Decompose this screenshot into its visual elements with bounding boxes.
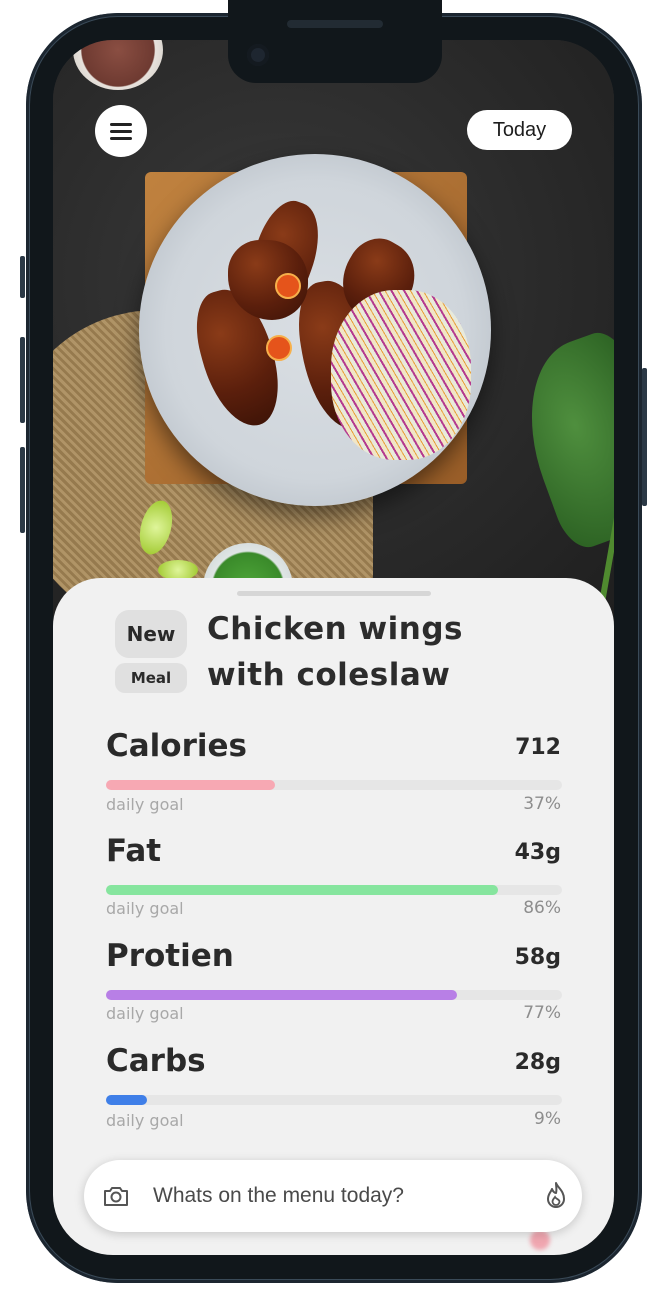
protein-progress-track bbox=[106, 990, 562, 1000]
new-badge: New bbox=[115, 610, 187, 658]
sheet-drag-handle[interactable] bbox=[237, 591, 431, 596]
today-filter-button[interactable]: Today bbox=[467, 110, 572, 150]
meal-title: Chicken wings with coleslaw bbox=[207, 606, 527, 698]
menu-button[interactable] bbox=[95, 105, 147, 157]
meal-search-input[interactable] bbox=[153, 1180, 523, 1212]
carbs-value: 28g bbox=[514, 1050, 561, 1075]
meal-title-line2: with coleslaw bbox=[207, 657, 451, 693]
fat-label: Fat bbox=[106, 833, 162, 869]
volume-up-button bbox=[20, 337, 25, 423]
volume-down-button bbox=[20, 447, 25, 533]
calories-progress-track bbox=[106, 780, 562, 790]
lime-wedge bbox=[158, 560, 198, 580]
tomato bbox=[266, 335, 292, 361]
carbs-progress-fill bbox=[106, 1095, 148, 1105]
fat-goal-label: daily goal bbox=[106, 899, 184, 918]
flame-icon[interactable] bbox=[543, 1181, 569, 1211]
scrolled-content-blur bbox=[530, 1230, 550, 1250]
carbs-goal-label: daily goal bbox=[106, 1111, 184, 1130]
coleslaw bbox=[331, 290, 471, 460]
calories-goal-label: daily goal bbox=[106, 795, 184, 814]
carbs-goal-percent: 9% bbox=[534, 1109, 561, 1129]
leaf bbox=[502, 325, 614, 555]
mute-switch bbox=[20, 256, 25, 298]
fat-value: 43g bbox=[514, 840, 561, 865]
calories-label: Calories bbox=[106, 728, 247, 764]
protein-value: 58g bbox=[514, 945, 561, 970]
speaker-grille bbox=[287, 20, 383, 28]
protein-progress-fill bbox=[106, 990, 458, 1000]
calories-goal-percent: 37% bbox=[523, 794, 561, 814]
fat-progress-fill bbox=[106, 885, 499, 895]
hamburger-menu-icon bbox=[110, 123, 132, 140]
protein-goal-percent: 77% bbox=[523, 1003, 561, 1023]
power-button bbox=[642, 368, 647, 506]
tomato bbox=[275, 273, 301, 299]
sauce-bowl bbox=[73, 40, 163, 90]
protein-label: Protien bbox=[106, 938, 234, 974]
front-camera bbox=[247, 44, 269, 66]
meal-title-line1: Chicken wings bbox=[207, 611, 463, 647]
calories-value: 712 bbox=[515, 735, 561, 760]
calories-progress-fill bbox=[106, 780, 275, 790]
fat-progress-track bbox=[106, 885, 562, 895]
fat-goal-percent: 86% bbox=[523, 898, 561, 918]
meal-badge: Meal bbox=[115, 663, 187, 693]
notch bbox=[228, 0, 442, 83]
protein-goal-label: daily goal bbox=[106, 1004, 184, 1023]
camera-icon[interactable] bbox=[102, 1182, 130, 1210]
carbs-label: Carbs bbox=[106, 1043, 206, 1079]
carbs-progress-track bbox=[106, 1095, 562, 1105]
